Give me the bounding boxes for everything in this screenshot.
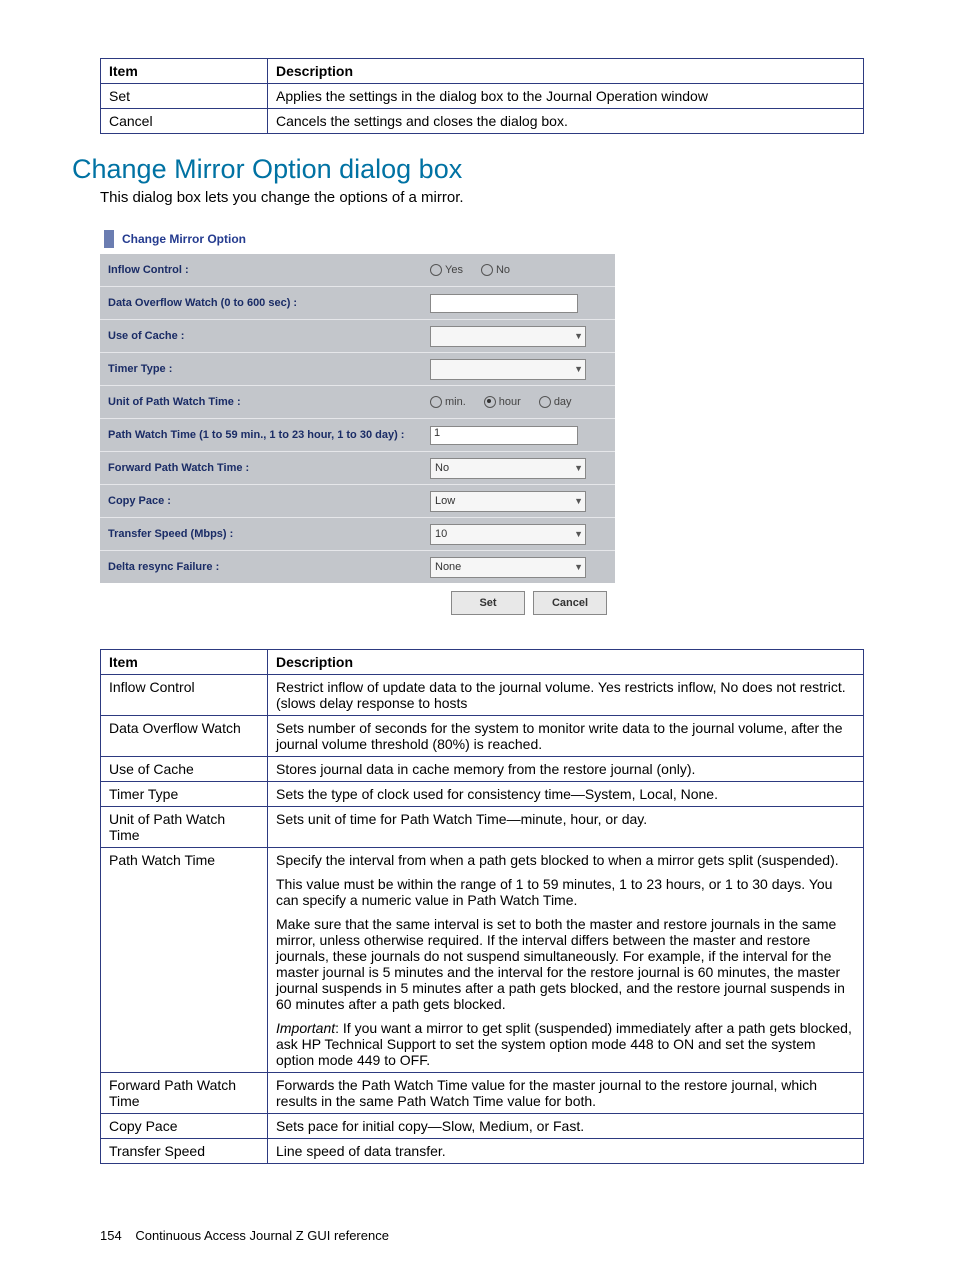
cell-item: Set bbox=[101, 84, 268, 109]
section-intro: This dialog box lets you change the opti… bbox=[100, 189, 864, 206]
select-copy-pace[interactable]: Low▼ bbox=[430, 491, 586, 512]
col-item: Item bbox=[101, 59, 268, 84]
chevron-down-icon: ▼ bbox=[574, 529, 583, 539]
chevron-down-icon: ▼ bbox=[574, 463, 583, 473]
important-label: Important bbox=[276, 1020, 335, 1036]
table-row: Inflow Control Restrict inflow of update… bbox=[101, 675, 864, 716]
chevron-down-icon: ▼ bbox=[574, 496, 583, 506]
select-use-of-cache[interactable]: ▼ bbox=[430, 326, 586, 347]
chevron-down-icon: ▼ bbox=[574, 331, 583, 341]
label-forward-path-watch-time: Forward Path Watch Time : bbox=[108, 462, 430, 474]
cell-desc: Cancels the settings and closes the dial… bbox=[268, 109, 864, 134]
cell-desc: Sets number of seconds for the system to… bbox=[268, 716, 864, 757]
table-row: Data Overflow Watch Sets number of secon… bbox=[101, 716, 864, 757]
page-footer: 154 Continuous Access Journal Z GUI refe… bbox=[100, 1228, 389, 1243]
pwt-important: Important: If you want a mirror to get s… bbox=[276, 1020, 855, 1068]
dialog-title: Change Mirror Option bbox=[122, 232, 246, 246]
cell-desc: Sets unit of time for Path Watch Time—mi… bbox=[268, 807, 864, 848]
radio-unit-day[interactable]: day bbox=[539, 396, 572, 408]
table-row: Cancel Cancels the settings and closes t… bbox=[101, 109, 864, 134]
col-description: Description bbox=[268, 59, 864, 84]
label-timer-type: Timer Type : bbox=[108, 363, 430, 375]
table-row: Use of Cache Stores journal data in cach… bbox=[101, 757, 864, 782]
pwt-para-3: Make sure that the same interval is set … bbox=[276, 916, 855, 1012]
cell-desc: Specify the interval from when a path ge… bbox=[268, 848, 864, 1073]
input-path-watch-time[interactable]: 1 bbox=[430, 426, 578, 445]
cancel-button[interactable]: Cancel bbox=[533, 591, 607, 615]
label-data-overflow-watch: Data Overflow Watch (0 to 600 sec) : bbox=[108, 297, 430, 309]
table-row: Path Watch Time Specify the interval fro… bbox=[101, 848, 864, 1073]
set-button[interactable]: Set bbox=[451, 591, 525, 615]
cell-desc: Stores journal data in cache memory from… bbox=[268, 757, 864, 782]
page-number: 154 bbox=[100, 1228, 122, 1243]
table-row: Unit of Path Watch Time Sets unit of tim… bbox=[101, 807, 864, 848]
radio-unit-min[interactable]: min. bbox=[430, 396, 466, 408]
item-description-table-1: Item Description Set Applies the setting… bbox=[100, 58, 864, 134]
cell-desc: Line speed of data transfer. bbox=[268, 1139, 864, 1164]
label-inflow-control: Inflow Control : bbox=[108, 264, 430, 276]
table-row: Timer Type Sets the type of clock used f… bbox=[101, 782, 864, 807]
select-timer-type[interactable]: ▼ bbox=[430, 359, 586, 380]
label-delta-resync-failure: Delta resync Failure : bbox=[108, 561, 430, 573]
table-row: Forward Path Watch Time Forwards the Pat… bbox=[101, 1073, 864, 1114]
label-path-watch-time: Path Watch Time (1 to 59 min., 1 to 23 h… bbox=[108, 429, 430, 441]
cell-desc: Forwards the Path Watch Time value for t… bbox=[268, 1073, 864, 1114]
cell-item: Forward Path Watch Time bbox=[101, 1073, 268, 1114]
table-row: Transfer Speed Line speed of data transf… bbox=[101, 1139, 864, 1164]
cell-item: Copy Pace bbox=[101, 1114, 268, 1139]
cell-desc: Sets the type of clock used for consiste… bbox=[268, 782, 864, 807]
change-mirror-option-dialog: Change Mirror Option Inflow Control : Ye… bbox=[100, 224, 615, 623]
pwt-para-1: Specify the interval from when a path ge… bbox=[276, 852, 855, 868]
dialog-title-bar-icon bbox=[104, 230, 114, 248]
radio-label: Yes bbox=[445, 264, 463, 276]
radio-label: hour bbox=[499, 396, 521, 408]
cell-item: Path Watch Time bbox=[101, 848, 268, 1073]
cell-desc: Sets pace for initial copy—Slow, Medium,… bbox=[268, 1114, 864, 1139]
radio-inflow-no[interactable]: No bbox=[481, 264, 510, 276]
table-row: Set Applies the settings in the dialog b… bbox=[101, 84, 864, 109]
label-use-of-cache: Use of Cache : bbox=[108, 330, 430, 342]
pwt-para-2: This value must be within the range of 1… bbox=[276, 876, 855, 908]
label-copy-pace: Copy Pace : bbox=[108, 495, 430, 507]
select-transfer-speed[interactable]: 10▼ bbox=[430, 524, 586, 545]
label-unit-of-path-watch-time: Unit of Path Watch Time : bbox=[108, 396, 430, 408]
footer-title: Continuous Access Journal Z GUI referenc… bbox=[135, 1228, 389, 1243]
cell-item: Transfer Speed bbox=[101, 1139, 268, 1164]
item-description-table-2: Item Description Inflow Control Restrict… bbox=[100, 649, 864, 1164]
radio-label: day bbox=[554, 396, 572, 408]
col-item: Item bbox=[101, 650, 268, 675]
table-row: Copy Pace Sets pace for initial copy—Slo… bbox=[101, 1114, 864, 1139]
section-title: Change Mirror Option dialog box bbox=[72, 154, 864, 185]
select-forward-path-watch-time[interactable]: No▼ bbox=[430, 458, 586, 479]
select-delta-resync-failure[interactable]: None▼ bbox=[430, 557, 586, 578]
important-text: : If you want a mirror to get split (sus… bbox=[276, 1020, 852, 1068]
cell-item: Data Overflow Watch bbox=[101, 716, 268, 757]
radio-label: No bbox=[496, 264, 510, 276]
radio-inflow-yes[interactable]: Yes bbox=[430, 264, 463, 276]
chevron-down-icon: ▼ bbox=[574, 364, 583, 374]
col-description: Description bbox=[268, 650, 864, 675]
radio-unit-hour[interactable]: hour bbox=[484, 396, 521, 408]
chevron-down-icon: ▼ bbox=[574, 562, 583, 572]
radio-label: min. bbox=[445, 396, 466, 408]
label-transfer-speed: Transfer Speed (Mbps) : bbox=[108, 528, 430, 540]
cell-item: Timer Type bbox=[101, 782, 268, 807]
cell-item: Unit of Path Watch Time bbox=[101, 807, 268, 848]
cell-item: Inflow Control bbox=[101, 675, 268, 716]
cell-desc: Restrict inflow of update data to the jo… bbox=[268, 675, 864, 716]
cell-desc: Applies the settings in the dialog box t… bbox=[268, 84, 864, 109]
cell-item: Cancel bbox=[101, 109, 268, 134]
input-data-overflow-watch[interactable] bbox=[430, 294, 578, 313]
cell-item: Use of Cache bbox=[101, 757, 268, 782]
